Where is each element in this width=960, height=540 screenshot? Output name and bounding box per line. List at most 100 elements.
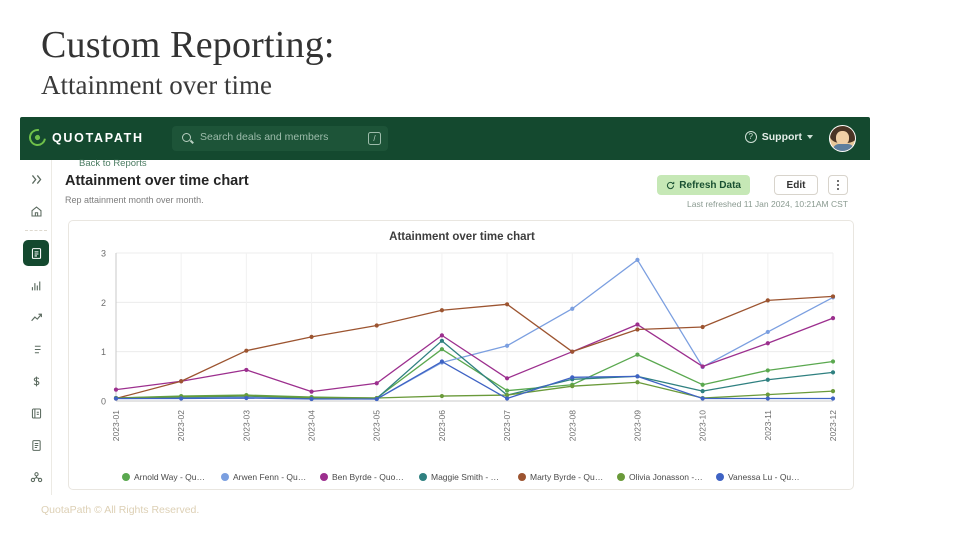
sidebar-item-forecasting[interactable] <box>23 304 49 330</box>
chart-data-point <box>765 396 770 401</box>
chart-data-point <box>504 388 510 393</box>
sidebar-item-home[interactable] <box>23 198 49 224</box>
x-axis-tick-label: 2023-03 <box>241 410 251 441</box>
list-icon <box>31 344 41 354</box>
edit-label: Edit <box>786 179 806 191</box>
legend-color-swatch <box>320 473 328 481</box>
chart-data-point <box>830 389 836 394</box>
legend-color-swatch <box>221 473 229 481</box>
sidebar-rail <box>20 160 52 495</box>
legend-color-swatch <box>617 473 625 481</box>
chart-data-point <box>700 364 705 369</box>
sidebar-item-team[interactable] <box>23 464 49 490</box>
sidebar-item-reports[interactable] <box>23 240 49 266</box>
chart-data-point <box>439 359 445 364</box>
sidebar-item-plans[interactable] <box>23 336 49 362</box>
chart-data-point <box>244 348 249 353</box>
legend-item[interactable]: Maggie Smith - Quo... <box>419 472 505 482</box>
legend-item[interactable]: Olivia Jonasson - ... <box>617 472 703 482</box>
chart-data-point <box>244 367 249 373</box>
chart-data-point <box>830 359 836 364</box>
chart-series-line <box>115 295 834 400</box>
last-refreshed-text: Last refreshed 11 Jan 2024, 10:21AM CST <box>687 199 848 209</box>
quotapath-app-screenshot: QUOTAPATH Search deals and members / ? S… <box>20 117 870 495</box>
chart-data-point <box>635 380 640 385</box>
chart-data-point <box>439 393 445 399</box>
x-axis-tick-label: 2023-04 <box>307 410 317 441</box>
chart-series-line <box>115 259 834 400</box>
legend-label: Maggie Smith - Quo... <box>431 472 505 482</box>
legend-item[interactable]: Arnold Way - Quota... <box>122 472 208 482</box>
book-icon <box>31 408 41 418</box>
chart-data-point <box>439 347 445 352</box>
legend-label: Olivia Jonasson - ... <box>629 472 703 482</box>
refresh-data-button[interactable]: Refresh Data <box>657 175 750 195</box>
chart-data-point <box>309 396 314 402</box>
chart-data-point <box>179 396 184 401</box>
x-axis-tick-label: 2023-09 <box>632 410 642 441</box>
legend-item[interactable]: Arwen Fenn - Quota... <box>221 472 307 482</box>
chart-data-point <box>635 374 640 379</box>
more-options-button[interactable] <box>828 175 848 195</box>
quotapath-logo[interactable]: QUOTAPATH <box>25 125 144 150</box>
people-icon <box>30 471 42 482</box>
sidebar-item-ledger[interactable] <box>23 400 49 426</box>
sidebar-item-earnings[interactable] <box>23 368 49 394</box>
chart-data-point <box>635 327 640 332</box>
chart-data-point <box>504 376 510 381</box>
legend-item[interactable]: Marty Byrde - Quot... <box>518 472 604 482</box>
legend-label: Ben Byrde - Quota ... <box>332 472 406 482</box>
support-menu[interactable]: ? Support <box>744 131 813 143</box>
x-axis-tick-label: 2023-12 <box>828 410 838 441</box>
x-axis-tick-label: 2023-08 <box>567 410 577 441</box>
search-input[interactable]: Search deals and members / <box>172 126 388 151</box>
sidebar-item-dashboards[interactable] <box>23 272 49 298</box>
chart-data-point <box>765 392 770 397</box>
chart-data-point <box>244 395 249 401</box>
breadcrumb[interactable]: Back to Reports <box>79 158 147 169</box>
chevron-down-icon <box>807 135 813 139</box>
chart-data-point <box>635 322 640 327</box>
app-header: QUOTAPATH Search deals and members / ? S… <box>20 117 870 160</box>
slide-subtitle: Attainment over time <box>41 70 272 100</box>
chart-data-point <box>504 343 510 348</box>
chart-data-point <box>374 381 379 386</box>
refresh-icon <box>667 181 675 189</box>
x-axis-tick-label: 2023-10 <box>698 410 708 441</box>
chart-data-point <box>179 379 184 384</box>
sidebar-item-documents[interactable] <box>23 432 49 458</box>
legend-item[interactable]: Ben Byrde - Quota ... <box>320 472 406 482</box>
legend-color-swatch <box>716 473 724 481</box>
bar-chart-icon <box>31 280 40 290</box>
sidebar-item-expand-rail[interactable] <box>23 166 49 192</box>
legend-color-swatch <box>518 473 526 481</box>
chart-data-point <box>830 396 836 401</box>
x-axis-tick-label: 2023-05 <box>372 410 382 441</box>
edit-button[interactable]: Edit <box>774 175 818 195</box>
x-axis-tick-label: 2023-07 <box>502 410 512 441</box>
chart-data-point <box>700 382 705 387</box>
slide-footer: QuotaPath © All Rights Reserved. <box>41 504 200 516</box>
legend-label: Vanessa Lu - Quota... <box>728 472 802 482</box>
chart-data-point <box>765 368 770 373</box>
y-axis-tick-label: 2 <box>101 298 106 308</box>
legend-color-swatch <box>122 473 130 481</box>
x-axis-tick-label: 2023-11 <box>763 410 773 441</box>
avatar[interactable] <box>829 125 856 152</box>
chart-data-point <box>635 257 640 263</box>
chevrons-right-icon <box>31 174 41 184</box>
legend-item[interactable]: Vanessa Lu - Quota... <box>716 472 802 482</box>
y-axis-tick-label: 1 <box>101 347 106 357</box>
report-icon <box>31 247 41 259</box>
chart-data-point <box>113 387 119 392</box>
chart-data-point <box>830 316 836 321</box>
chart-card: Attainment over time chart 0 1 2 3 2023-01 20… <box>68 220 854 490</box>
question-mark-icon: ? <box>744 131 757 143</box>
legend-label: Marty Byrde - Quot... <box>530 472 604 482</box>
y-axis-tick-label: 3 <box>101 249 106 259</box>
chart-data-point <box>113 396 119 401</box>
attainment-line-chart: 0 1 2 3 2023-01 2023-02 2023-03 2023-04 2023-05 2… <box>101 249 838 442</box>
x-axis-tick-label: 2023-02 <box>176 410 186 441</box>
x-axis-tick-label: 2023-01 <box>111 410 121 441</box>
chart-data-point <box>309 334 314 339</box>
